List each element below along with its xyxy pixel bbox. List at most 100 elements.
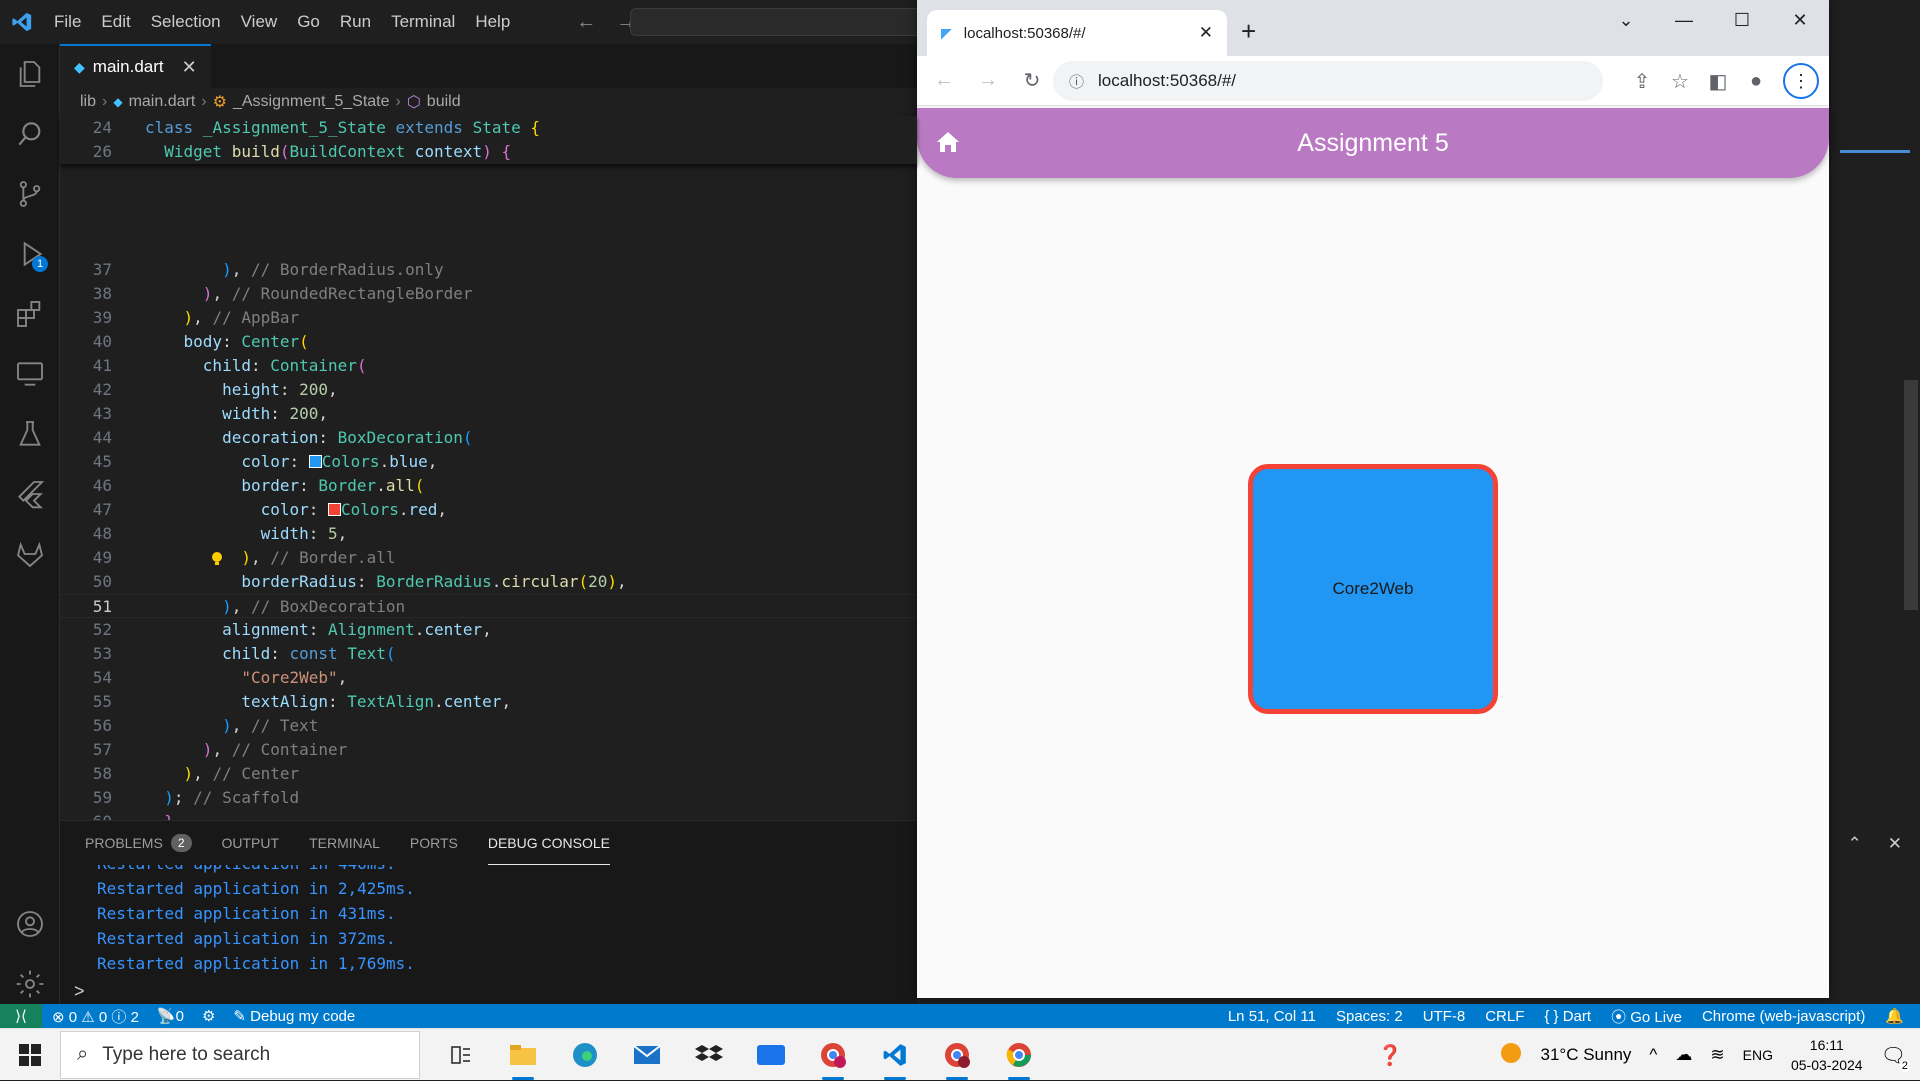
go-live[interactable]: ⦿ Go Live (1611, 1006, 1682, 1027)
breadcrumb-file[interactable]: main.dart (129, 93, 196, 111)
debug-status[interactable]: ✎ Debug my code (233, 1007, 355, 1025)
ports-status[interactable]: 📡0 (157, 1007, 184, 1025)
browser-tab[interactable]: ◤ localhost:50368/#/ ✕ (927, 10, 1227, 56)
device-selector[interactable]: Chrome (web-javascript) (1702, 1008, 1865, 1025)
menu-terminal[interactable]: Terminal (381, 12, 465, 32)
breadcrumb-method[interactable]: build (427, 93, 461, 111)
wifi-icon[interactable]: ≋ (1710, 1045, 1724, 1065)
chrome-icon[interactable] (988, 1029, 1050, 1081)
chevron-up-icon[interactable]: ^ (1649, 1045, 1657, 1065)
chevron-right-icon: › (102, 93, 108, 110)
problems-status[interactable]: ⊗ 0 ⚠ 0 ⓘ 2 (52, 1006, 139, 1027)
taskbar-search[interactable]: ⌕ Type here to search (60, 1030, 420, 1079)
file-explorer-icon[interactable] (492, 1029, 554, 1081)
code-editor[interactable]: 37 ), // BorderRadius.only 38 ), // Roun… (60, 116, 917, 831)
tab-search-icon[interactable]: ⌄ (1597, 0, 1655, 40)
clock[interactable]: 16:11 05-03-2024 (1791, 1035, 1863, 1075)
weather-text[interactable]: 31°C Sunny (1540, 1045, 1631, 1065)
breadcrumb-lib[interactable]: lib (80, 93, 96, 111)
onedrive-cloud-icon[interactable]: ☁ (1675, 1045, 1692, 1065)
explorer-icon[interactable] (0, 44, 60, 104)
tab-output[interactable]: OUTPUT (222, 821, 280, 865)
windows-start-icon[interactable] (0, 1029, 60, 1081)
tab-debug-console[interactable]: DEBUG CONSOLE (487, 821, 610, 865)
tab-ports[interactable]: PORTS (410, 821, 458, 865)
encoding[interactable]: UTF-8 (1423, 1008, 1466, 1025)
tab-terminal[interactable]: TERMINAL (309, 821, 380, 865)
debug-config-icon[interactable]: ⚙ (202, 1007, 215, 1025)
maximize-panel-icon[interactable]: ⌃ (1848, 834, 1862, 854)
reload-icon[interactable]: ↻ (1021, 68, 1043, 93)
back-arrow-icon[interactable]: ← (576, 11, 596, 34)
help-icon[interactable]: ❓ (1378, 1043, 1403, 1068)
code-line: 47 color: Colors.red, (92, 500, 448, 519)
mail-icon[interactable] (616, 1029, 678, 1081)
breadcrumb-class[interactable]: _Assignment_5_State (233, 93, 390, 111)
chrome-profile-m-icon[interactable] (802, 1029, 864, 1081)
language-indicator[interactable]: ENG (1743, 1047, 1773, 1063)
dropbox-icon[interactable] (678, 1029, 740, 1081)
language-mode[interactable]: { } Dart (1544, 1008, 1591, 1025)
edge-icon[interactable] (554, 1029, 616, 1081)
problems-count-badge: 2 (170, 834, 192, 852)
close-window-icon[interactable]: ✕ (1771, 0, 1829, 40)
close-panel-icon[interactable]: ✕ (1888, 834, 1902, 854)
address-bar[interactable]: ⓘ localhost:50368/#/ (1053, 61, 1603, 101)
breadcrumb: lib › ◆ main.dart › ⚙ _Assignment_5_State ›… (60, 88, 917, 116)
close-icon[interactable]: ✕ (182, 57, 197, 78)
cursor-position[interactable]: Ln 51, Col 11 (1228, 1008, 1316, 1025)
dart-file-icon: ◆ (74, 58, 85, 75)
menu-edit[interactable]: Edit (91, 12, 140, 32)
bookmark-star-icon[interactable]: ☆ (1669, 69, 1691, 94)
vscode-taskbar-icon[interactable] (864, 1029, 926, 1081)
weather-sun-icon[interactable] (1500, 1042, 1522, 1069)
minimap[interactable] (1840, 150, 1910, 153)
menu-kebab-icon[interactable]: ⋮ (1783, 63, 1819, 99)
status-bar: ⟩⟨ ⊗ 0 ⚠ 0 ⓘ 2 📡0 ⚙ ✎ Debug my code Ln 5… (0, 1004, 1920, 1028)
maximize-icon[interactable]: ☐ (1713, 0, 1771, 40)
new-tab-icon[interactable]: + (1241, 16, 1256, 47)
menu-file[interactable]: File (44, 12, 91, 32)
menu-help[interactable]: Help (465, 12, 520, 32)
run-debug-icon[interactable]: 1 (0, 224, 60, 284)
notifications-bell-icon[interactable]: 🔔 (1885, 1007, 1904, 1025)
lightbulb-icon[interactable] (210, 551, 224, 572)
myhp-icon[interactable] (740, 1029, 802, 1081)
remote-explorer-icon[interactable] (0, 344, 60, 404)
menu-run[interactable]: Run (330, 12, 381, 32)
info-icon[interactable]: ⓘ (1069, 71, 1084, 92)
line-endings[interactable]: CRLF (1485, 1008, 1524, 1025)
menu-view[interactable]: View (231, 12, 288, 32)
extensions-icon[interactable] (0, 284, 60, 344)
gitlab-icon[interactable] (0, 524, 60, 584)
tab-main-dart[interactable]: ◆ main.dart ✕ (60, 44, 211, 88)
notifications-icon[interactable]: 🗨 2 (1881, 1043, 1910, 1072)
forward-icon[interactable]: → (977, 69, 999, 92)
code-line-current: 51 ), // BoxDecoration (60, 594, 917, 618)
side-panel-icon[interactable]: ◧ (1707, 69, 1729, 94)
home-icon[interactable] (935, 130, 961, 159)
source-control-icon[interactable] (0, 164, 60, 224)
back-icon[interactable]: ← (933, 69, 955, 92)
share-icon[interactable]: ⇪ (1631, 69, 1653, 94)
minimize-icon[interactable]: — (1655, 0, 1713, 40)
error-count: 0 (68, 1008, 78, 1026)
search-icon[interactable] (0, 104, 60, 164)
testing-icon[interactable] (0, 404, 60, 464)
tab-problems[interactable]: PROBLEMS 2 (85, 821, 192, 865)
menu-selection[interactable]: Selection (141, 12, 231, 32)
command-center[interactable] (630, 8, 930, 36)
close-tab-icon[interactable]: ✕ (1199, 23, 1213, 43)
profile-icon[interactable]: ● (1745, 70, 1767, 93)
indentation[interactable]: Spaces: 2 (1336, 1008, 1403, 1025)
console-prompt[interactable]: > (74, 981, 85, 1002)
scrollbar[interactable] (1904, 380, 1918, 610)
debug-badge: 1 (32, 256, 48, 272)
flutter-icon[interactable] (0, 464, 60, 524)
task-view-icon[interactable] (430, 1029, 492, 1081)
menu-go[interactable]: Go (287, 12, 330, 32)
chrome-profile-M-icon[interactable] (926, 1029, 988, 1081)
remote-indicator-icon[interactable]: ⟩⟨ (0, 1004, 42, 1028)
account-icon[interactable] (0, 894, 60, 954)
code-line: 57 ), // Container (92, 740, 348, 759)
